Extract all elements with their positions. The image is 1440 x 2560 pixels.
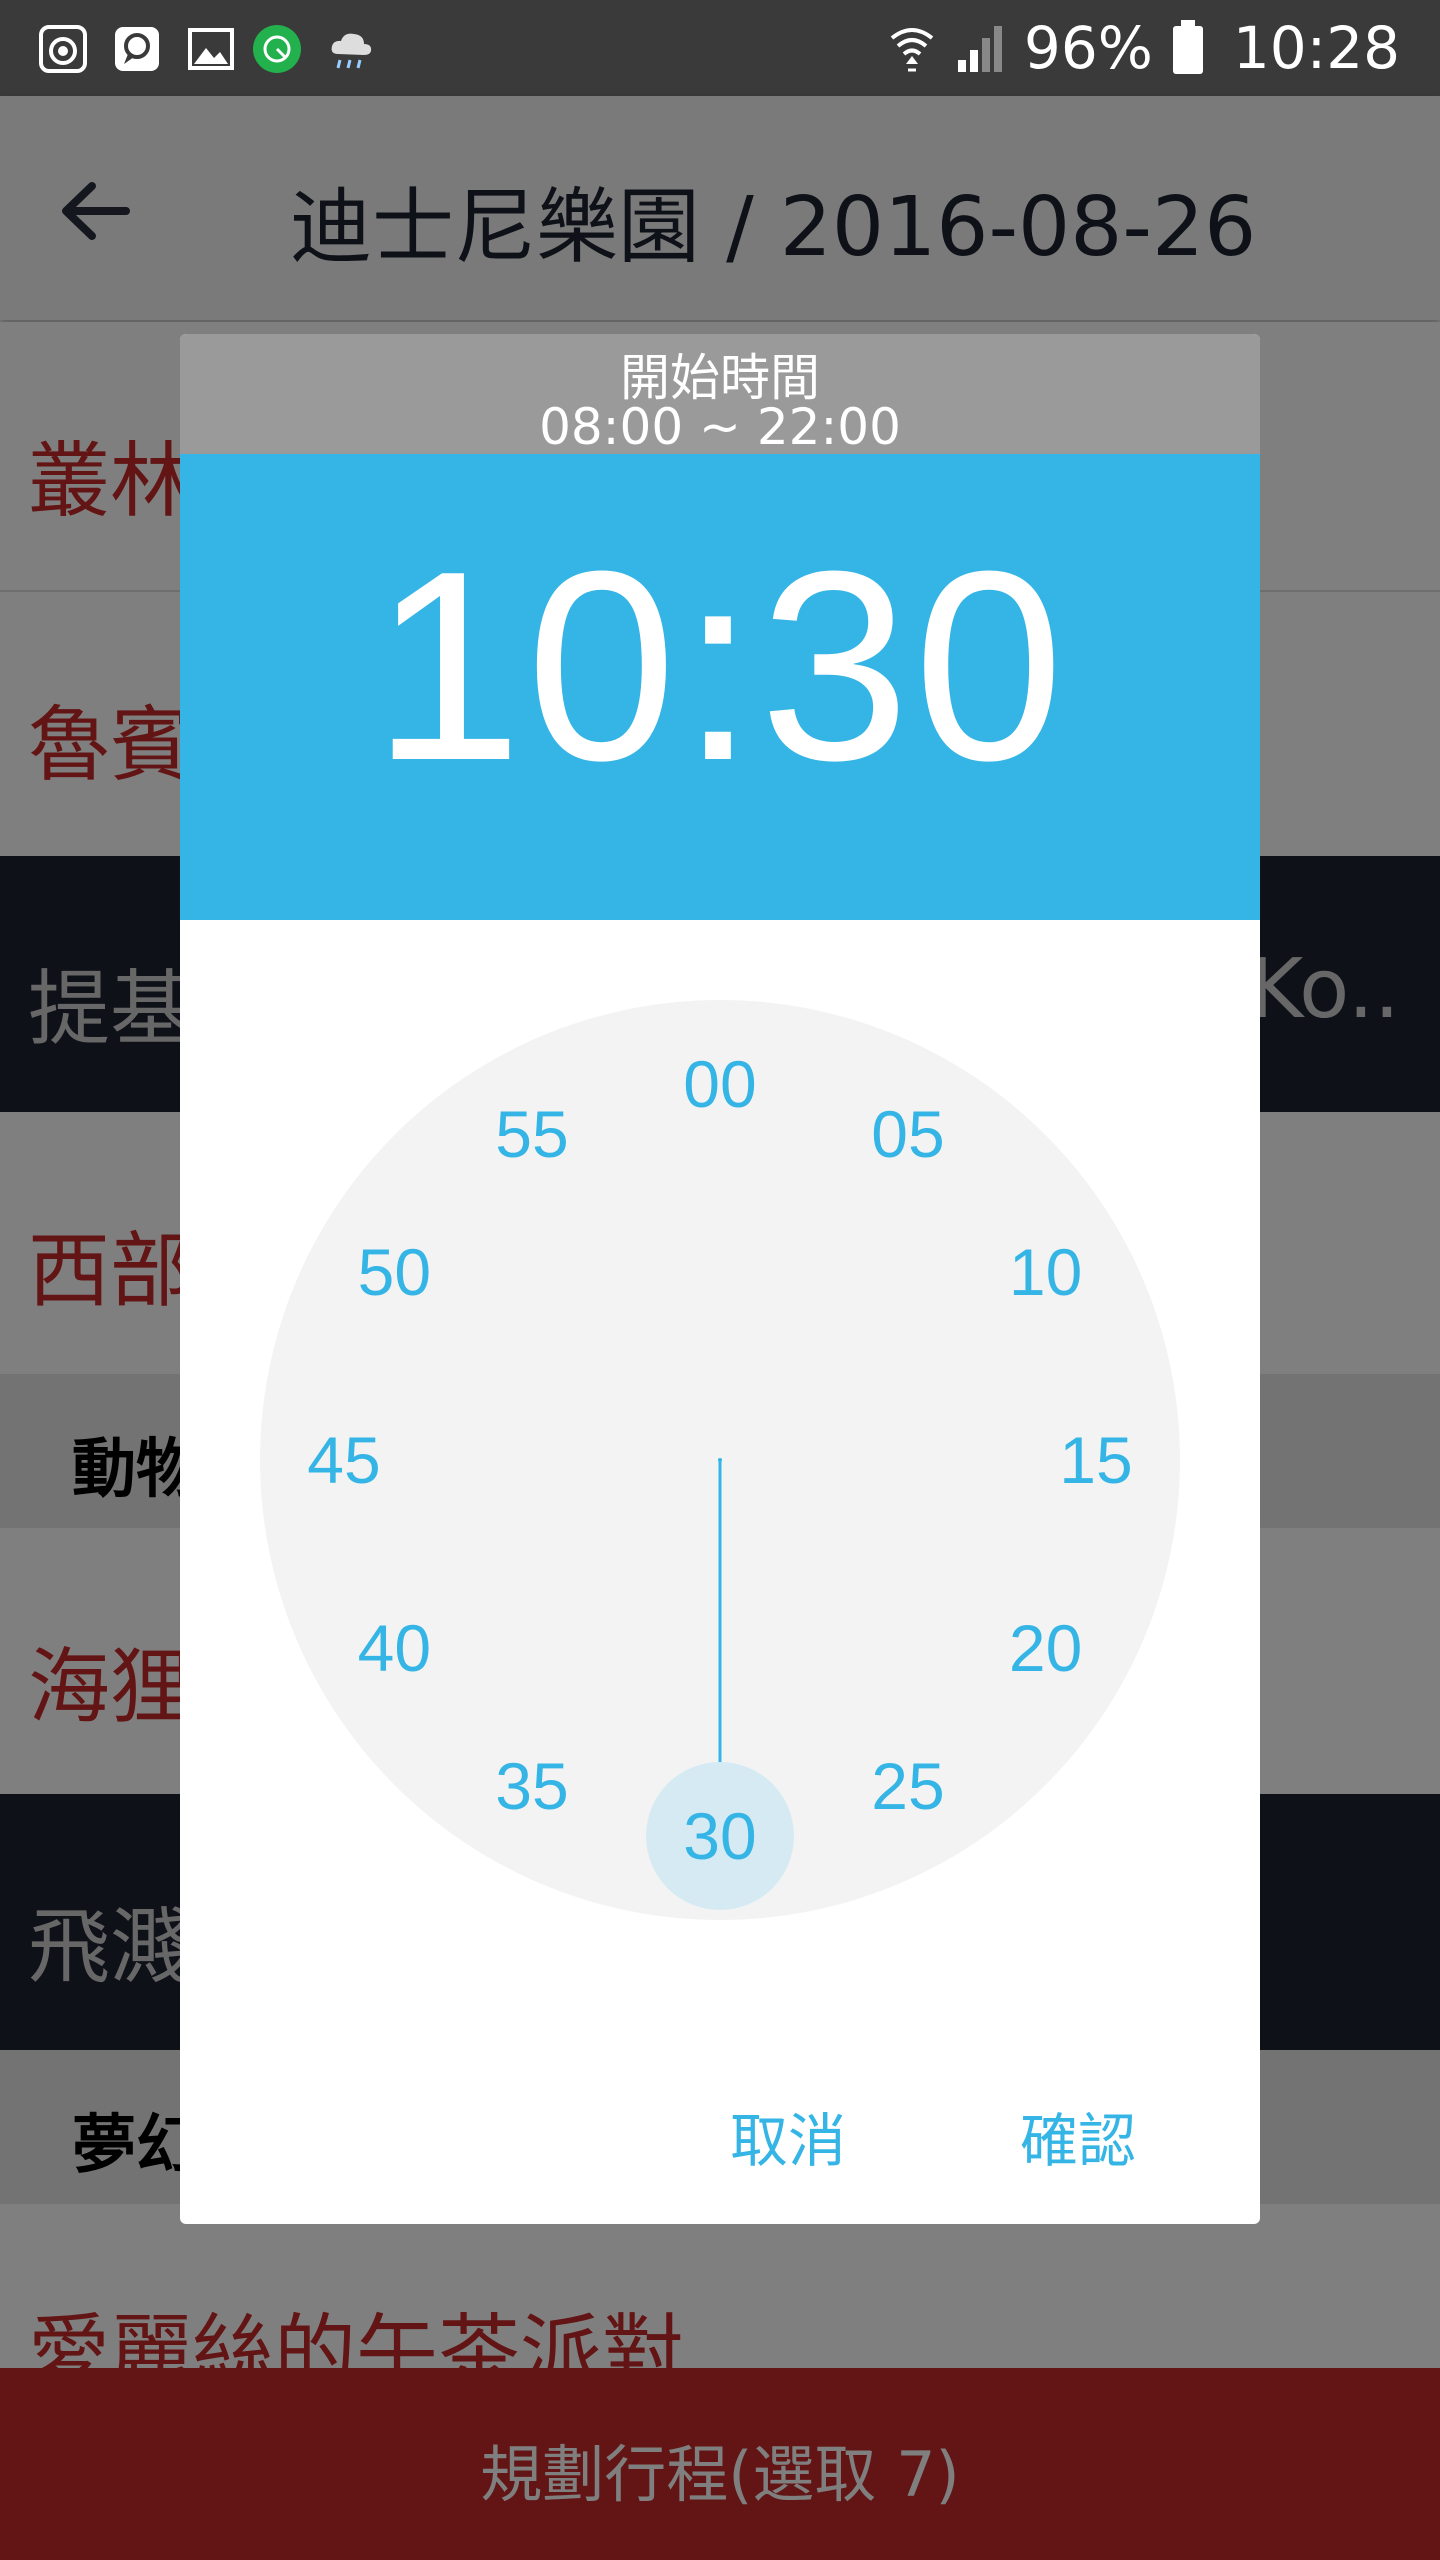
clock-number-20[interactable]: 20 — [976, 1608, 1116, 1688]
camera-icon — [39, 25, 87, 73]
wifi-icon — [890, 28, 934, 72]
clock-number-40[interactable]: 40 — [324, 1608, 464, 1688]
selected-time[interactable]: 10:30 — [180, 532, 1260, 802]
signal-icon — [957, 26, 1002, 72]
clock-number-05[interactable]: 05 — [838, 1094, 978, 1174]
clock-time: 10:28 — [1232, 14, 1400, 82]
message-icon — [115, 27, 159, 71]
dialog-actions: 取消 確認 — [180, 2034, 1260, 2224]
status-right: 96% 10:28 — [888, 10, 1400, 86]
dialog-header: 開始時間 08:00 ~ 22:00 — [180, 334, 1260, 456]
clock-number-30[interactable]: 30 — [650, 1796, 790, 1876]
clock-dial[interactable]: 00 05 10 15 20 25 30 35 40 45 50 55 — [260, 1000, 1180, 1920]
time-range: 08:00 ~ 22:00 — [539, 398, 901, 456]
confirm-button[interactable]: 確認 — [1000, 2084, 1156, 2188]
clock-number-55[interactable]: 55 — [462, 1094, 602, 1174]
clock-number-10[interactable]: 10 — [976, 1232, 1116, 1312]
clock-number-15[interactable]: 15 — [1026, 1420, 1166, 1500]
battery-icon — [1172, 20, 1203, 74]
status-bar: 96% 10:28 — [0, 0, 1440, 96]
battery-percent: 96% — [1023, 14, 1153, 82]
gallery-icon — [188, 28, 234, 70]
time-picker-dialog: 開始時間 08:00 ~ 22:00 10:30 00 05 10 15 20 25 30 3… — [180, 334, 1260, 2224]
clock-number-25[interactable]: 25 — [838, 1746, 978, 1826]
clock-number-00[interactable]: 00 — [650, 1044, 790, 1124]
clock-number-50[interactable]: 50 — [324, 1232, 464, 1312]
app-icon — [253, 25, 301, 73]
cancel-button[interactable]: 取消 — [710, 2084, 866, 2188]
clock-number-35[interactable]: 35 — [462, 1746, 602, 1826]
clock-number-45[interactable]: 45 — [274, 1420, 414, 1500]
weather-icon — [331, 33, 372, 69]
time-display-panel: 10:30 — [180, 454, 1260, 920]
clock-center — [718, 1458, 722, 1462]
